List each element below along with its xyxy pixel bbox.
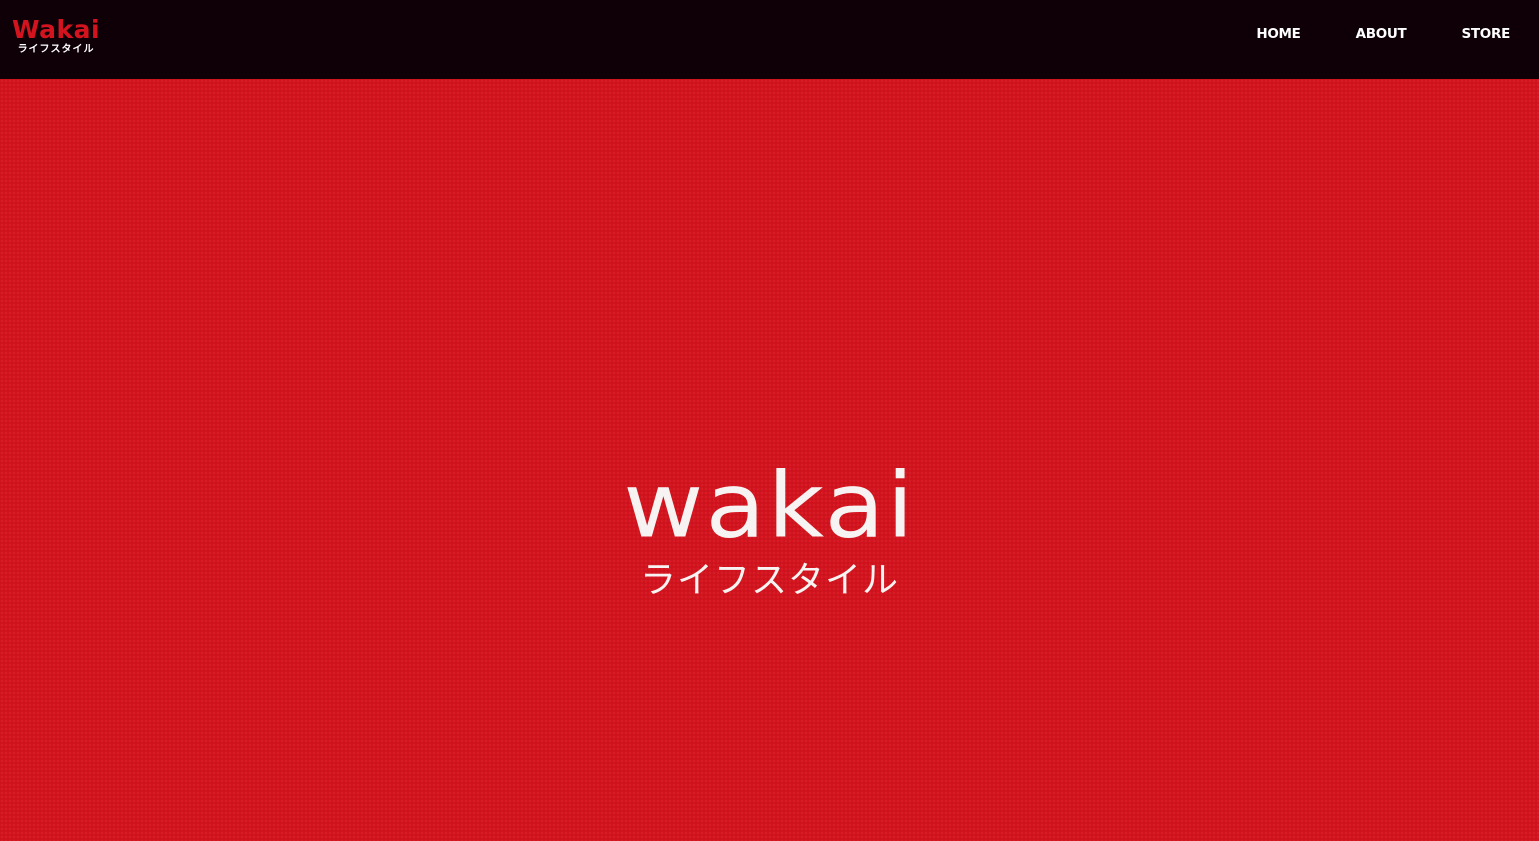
brand-logo-link[interactable]: Wakai ライフスタイル: [12, 14, 101, 56]
hero-logo: wakai ライフスタイル: [0, 457, 1539, 603]
brand-subtitle: ライフスタイル: [17, 43, 95, 55]
hero-banner: wakai ライフスタイル: [0, 79, 1539, 841]
nav-about-link[interactable]: ABOUT: [1356, 26, 1407, 42]
hero-logo-subtitle: ライフスタイル: [639, 560, 899, 601]
main-nav: HOME ABOUT STORE: [1256, 26, 1510, 42]
brand-name: Wakai: [12, 14, 101, 44]
hero-logo-name: wakai: [623, 453, 916, 559]
nav-home-link[interactable]: HOME: [1256, 26, 1301, 42]
nav-store-link[interactable]: STORE: [1461, 26, 1510, 42]
top-navbar: Wakai ライフスタイル HOME ABOUT STORE: [0, 0, 1539, 79]
